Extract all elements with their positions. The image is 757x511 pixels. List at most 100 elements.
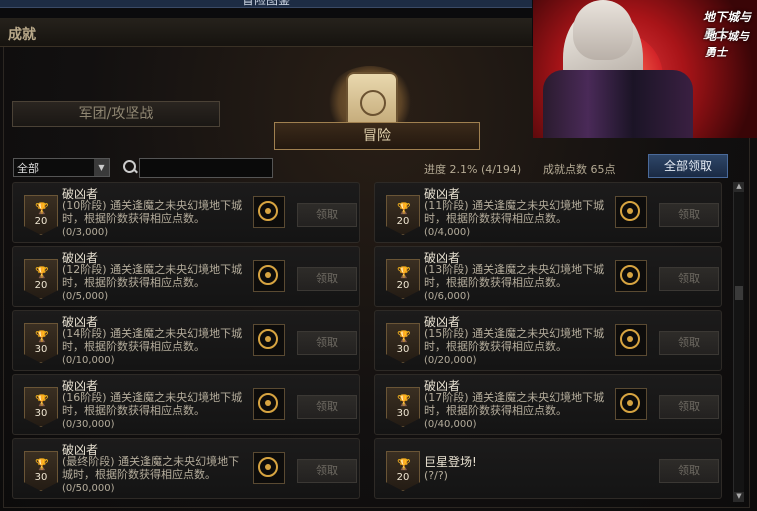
trophy-icon: 🏆 — [35, 202, 49, 215]
achievement-progress: (0/40,000) — [424, 419, 477, 430]
achievement-progress: (0/3,000) — [62, 227, 109, 238]
achievement-desc: (?/?) — [424, 469, 448, 482]
promo-banner[interactable]: 地下城与勇士 地下城与勇士 — [533, 0, 757, 138]
trophy-icon: 🏆 — [397, 266, 411, 279]
sun-emblem-icon — [620, 265, 640, 285]
achievement-card: 🏆 30 破凶者 (17阶段) 通关逢魔之未央幻境地下城时，根据阶数获得相应点数。… — [374, 374, 722, 435]
section-header: 成就 — [0, 18, 532, 47]
tab-legion-label: 军团/攻坚战 — [78, 106, 154, 122]
claim-button[interactable]: 领取 — [297, 203, 357, 227]
tab-adventure-label: 冒险 — [363, 128, 391, 144]
achievement-desc: (15阶段) 通关逢魔之未央幻境地下城时，根据阶数获得相应点数。 — [424, 327, 605, 353]
reward-icon[interactable] — [253, 260, 285, 292]
section-title: 成就 — [8, 27, 36, 43]
trophy-badge: 🏆 20 — [24, 195, 58, 235]
claim-button[interactable]: 领取 — [659, 331, 719, 355]
reward-icon[interactable] — [615, 388, 647, 420]
scrollbar-thumb[interactable] — [735, 286, 743, 300]
achievement-list: 🏆 20 破凶者 (10阶段) 通关逢魔之未央幻境地下城时，根据阶数获得相应点数。… — [12, 182, 730, 502]
achievement-title: 巨星登场! — [424, 455, 477, 469]
achievement-progress: (0/6,000) — [424, 291, 471, 302]
scroll-down-icon[interactable]: ▼ — [734, 492, 744, 502]
badge-points: 30 — [34, 408, 48, 419]
trophy-badge: 🏆 30 — [386, 387, 420, 427]
achievement-card: 🏆 20 巨星登场! (?/?) 领取 — [374, 438, 722, 499]
claim-button[interactable]: 领取 — [659, 459, 719, 483]
trophy-badge: 🏆 20 — [24, 259, 58, 299]
window-titlebar: 冒险图鉴 — [0, 0, 532, 8]
badge-points: 30 — [396, 344, 410, 355]
chevron-down-icon[interactable]: ▼ — [94, 159, 109, 176]
achievement-desc: (17阶段) 通关逢魔之未央幻境地下城时，根据阶数获得相应点数。 — [424, 391, 605, 417]
claim-button[interactable]: 领取 — [297, 395, 357, 419]
achievement-progress: (0/10,000) — [62, 355, 115, 366]
scroll-up-icon[interactable]: ▲ — [734, 182, 744, 192]
sun-emblem-icon — [620, 201, 640, 221]
trophy-badge: 🏆 30 — [24, 387, 58, 427]
trophy-badge: 🏆 20 — [386, 259, 420, 299]
achievement-progress: (0/50,000) — [62, 483, 115, 494]
achievement-progress: (0/20,000) — [424, 355, 477, 366]
trophy-icon: 🏆 — [397, 458, 411, 471]
reward-icon[interactable] — [253, 324, 285, 356]
badge-points: 20 — [396, 472, 410, 483]
claim-button[interactable]: 领取 — [297, 459, 357, 483]
trophy-icon: 🏆 — [35, 330, 49, 343]
claim-button[interactable]: 领取 — [659, 203, 719, 227]
banner-logo-bottom: 地下城与勇士 — [705, 30, 749, 59]
reward-icon[interactable] — [615, 196, 647, 228]
achievement-desc: (最终阶段) 通关逢魔之未央幻境地下城时，根据阶数获得相应点数。 — [62, 455, 240, 481]
achievement-progress: (0/30,000) — [62, 419, 115, 430]
badge-points: 30 — [396, 408, 410, 419]
reward-icon[interactable] — [253, 452, 285, 484]
achievement-card: 🏆 30 破凶者 (14阶段) 通关逢魔之未央幻境地下城时，根据阶数获得相应点数。… — [12, 310, 360, 371]
reward-icon[interactable] — [253, 196, 285, 228]
achievement-desc: (10阶段) 通关逢魔之未央幻境地下城时，根据阶数获得相应点数。 — [62, 199, 243, 225]
category-dropdown-value: 全部 — [17, 162, 39, 175]
trophy-badge: 🏆 30 — [24, 451, 58, 491]
achievement-card: 🏆 20 破凶者 (13阶段) 通关逢魔之未央幻境地下城时，根据阶数获得相应点数。… — [374, 246, 722, 307]
claim-button[interactable]: 领取 — [297, 267, 357, 291]
trophy-icon: 🏆 — [397, 330, 411, 343]
badge-points: 20 — [396, 280, 410, 291]
claim-button[interactable]: 领取 — [659, 395, 719, 419]
sun-emblem-icon — [258, 393, 278, 413]
badge-points: 20 — [34, 216, 48, 227]
reward-icon[interactable] — [615, 260, 647, 292]
claim-all-button[interactable]: 全部领取 — [648, 154, 728, 178]
tab-adventure[interactable]: 冒险 — [274, 122, 480, 150]
search-input[interactable] — [139, 158, 273, 178]
reward-icon[interactable] — [253, 388, 285, 420]
trophy-icon: 🏆 — [397, 202, 411, 215]
sun-emblem-icon — [258, 457, 278, 477]
trophy-icon: 🏆 — [35, 266, 49, 279]
list-scrollbar[interactable]: ▲ ▼ — [733, 182, 744, 502]
trophy-badge: 🏆 30 — [386, 323, 420, 363]
tab-legion[interactable]: 军团/攻坚战 — [12, 101, 220, 127]
achievement-desc: (14阶段) 通关逢魔之未央幻境地下城时，根据阶数获得相应点数。 — [62, 327, 243, 353]
achievement-card: 🏆 30 破凶者 (16阶段) 通关逢魔之未央幻境地下城时，根据阶数获得相应点数。… — [12, 374, 360, 435]
trophy-badge: 🏆 30 — [24, 323, 58, 363]
progress-text: 进度 2.1% (4/194) — [424, 163, 522, 176]
trophy-icon: 🏆 — [397, 394, 411, 407]
claim-button[interactable]: 领取 — [659, 267, 719, 291]
category-dropdown[interactable]: 全部 ▼ — [13, 158, 110, 177]
sun-emblem-icon — [620, 393, 640, 413]
achievement-card: 🏆 20 破凶者 (11阶段) 通关逢魔之未央幻境地下城时，根据阶数获得相应点数。… — [374, 182, 722, 243]
trophy-badge: 🏆 20 — [386, 451, 420, 491]
badge-points: 30 — [34, 472, 48, 483]
reward-icon[interactable] — [615, 324, 647, 356]
sun-emblem-icon — [620, 329, 640, 349]
search-icon[interactable] — [123, 160, 136, 173]
trophy-badge: 🏆 20 — [386, 195, 420, 235]
achievement-desc: (16阶段) 通关逢魔之未央幻境地下城时，根据阶数获得相应点数。 — [62, 391, 243, 417]
trophy-icon: 🏆 — [35, 458, 49, 471]
badge-points: 20 — [396, 216, 410, 227]
achievement-desc: (13阶段) 通关逢魔之未央幻境地下城时，根据阶数获得相应点数。 — [424, 263, 605, 289]
sun-emblem-icon — [258, 265, 278, 285]
claim-button[interactable]: 领取 — [297, 331, 357, 355]
achievement-desc: (11阶段) 通关逢魔之未央幻境地下城时，根据阶数获得相应点数。 — [424, 199, 605, 225]
sun-emblem-icon — [258, 329, 278, 349]
achievement-card: 🏆 20 破凶者 (10阶段) 通关逢魔之未央幻境地下城时，根据阶数获得相应点数。… — [12, 182, 360, 243]
banner-character-head — [573, 0, 633, 60]
